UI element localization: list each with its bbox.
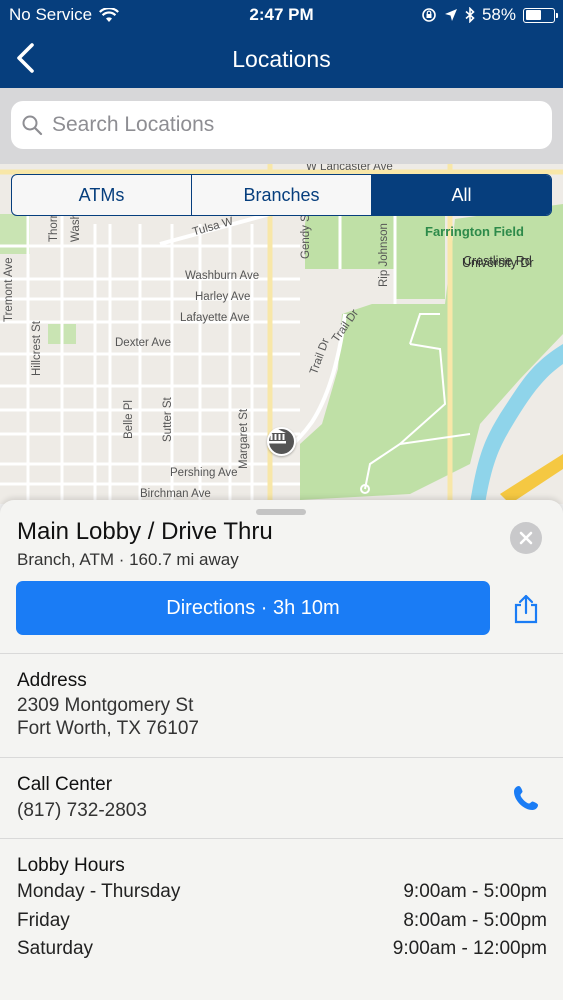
street-label: Rip Johnson	[378, 223, 390, 287]
directions-button[interactable]: Directions · 3h 10m	[16, 581, 490, 635]
search-bar-container	[0, 88, 563, 164]
hours-time: 9:00am - 5:00pm	[403, 881, 547, 902]
bluetooth-icon	[465, 7, 475, 23]
carrier-label: No Service	[9, 5, 93, 24]
street-label: Gendy St	[300, 211, 312, 259]
battery-percent: 58%	[481, 5, 516, 24]
call-button[interactable]	[512, 784, 540, 812]
bank-location-pin[interactable]	[267, 427, 296, 456]
lobby-hours-label: Lobby Hours	[17, 855, 125, 876]
wifi-icon	[99, 7, 120, 22]
street-label: Tremont Ave	[3, 257, 15, 322]
sheet-grabber[interactable]	[256, 509, 306, 515]
page-title: Locations	[232, 45, 331, 72]
divider	[0, 838, 563, 839]
phone-icon	[514, 786, 538, 810]
location-detail-sheet: Main Lobby / Drive Thru Branch, ATM · 16…	[0, 500, 563, 1000]
chevron-left-icon	[17, 43, 34, 73]
address-line-1: 2309 Montgomery St	[17, 695, 194, 716]
street-label: Belle Pl	[123, 400, 135, 439]
battery-level	[525, 10, 542, 20]
hours-row: Monday - Thursday 9:00am - 5:00pm	[17, 881, 547, 903]
location-filter: ATMs Branches All	[11, 174, 552, 216]
street-label: Washburn Ave	[185, 270, 260, 282]
call-center-label: Call Center	[17, 774, 113, 795]
hours-day: Monday - Thursday	[17, 881, 181, 902]
street-label: Margaret St	[238, 408, 250, 469]
location-name: Main Lobby / Drive Thru	[17, 518, 273, 545]
hours-row: Saturday 9:00am - 12:00pm	[17, 938, 547, 960]
street-label: University Dr	[462, 256, 534, 270]
close-button[interactable]	[510, 522, 542, 554]
address-label: Address	[17, 670, 87, 691]
filter-branches[interactable]: Branches	[191, 175, 371, 215]
street-label: Pershing Ave	[170, 467, 238, 479]
address-line-2: Fort Worth, TX 76107	[17, 718, 199, 739]
close-icon	[519, 531, 533, 545]
battery-icon	[523, 7, 558, 23]
street-label: Harley Ave	[195, 291, 251, 303]
hours-row: Friday 8:00am - 5:00pm	[17, 910, 547, 932]
search-input[interactable]	[52, 113, 532, 137]
location-arrow-icon	[444, 9, 457, 21]
hours-day: Friday	[17, 910, 70, 931]
bank-icon	[269, 429, 286, 444]
search-icon	[22, 115, 43, 136]
poi-label: Farrington Field	[425, 224, 524, 239]
search-box[interactable]	[11, 101, 552, 149]
hours-day: Saturday	[17, 938, 94, 959]
screen-rotation-lock-icon	[422, 8, 436, 22]
phone-number[interactable]: (817) 732-2803	[17, 800, 147, 822]
divider	[0, 653, 563, 654]
hours-time: 8:00am - 5:00pm	[403, 910, 547, 931]
app-header: No Service 2:47 PM 58% Locations	[0, 0, 563, 88]
street-label: Lafayette Ave	[180, 312, 250, 324]
share-button[interactable]	[512, 594, 540, 624]
hours-time: 9:00am - 12:00pm	[392, 938, 547, 959]
filter-atms[interactable]: ATMs	[12, 175, 191, 215]
location-subtitle: Branch, ATM · 160.7 mi away	[17, 550, 239, 569]
street-label: Hillcrest St	[31, 321, 43, 376]
nav-bar: Locations	[0, 30, 563, 88]
street-label: Sutter St	[162, 397, 174, 442]
street-label: W Lancaster Ave	[306, 164, 393, 173]
share-icon	[514, 594, 538, 624]
street-label: Dexter Ave	[115, 337, 172, 349]
divider	[0, 757, 563, 758]
street-label: Birchman Ave	[140, 488, 211, 500]
status-bar: No Service 2:47 PM 58%	[0, 0, 563, 30]
filter-all[interactable]: All	[371, 175, 551, 215]
back-button[interactable]	[12, 42, 42, 74]
